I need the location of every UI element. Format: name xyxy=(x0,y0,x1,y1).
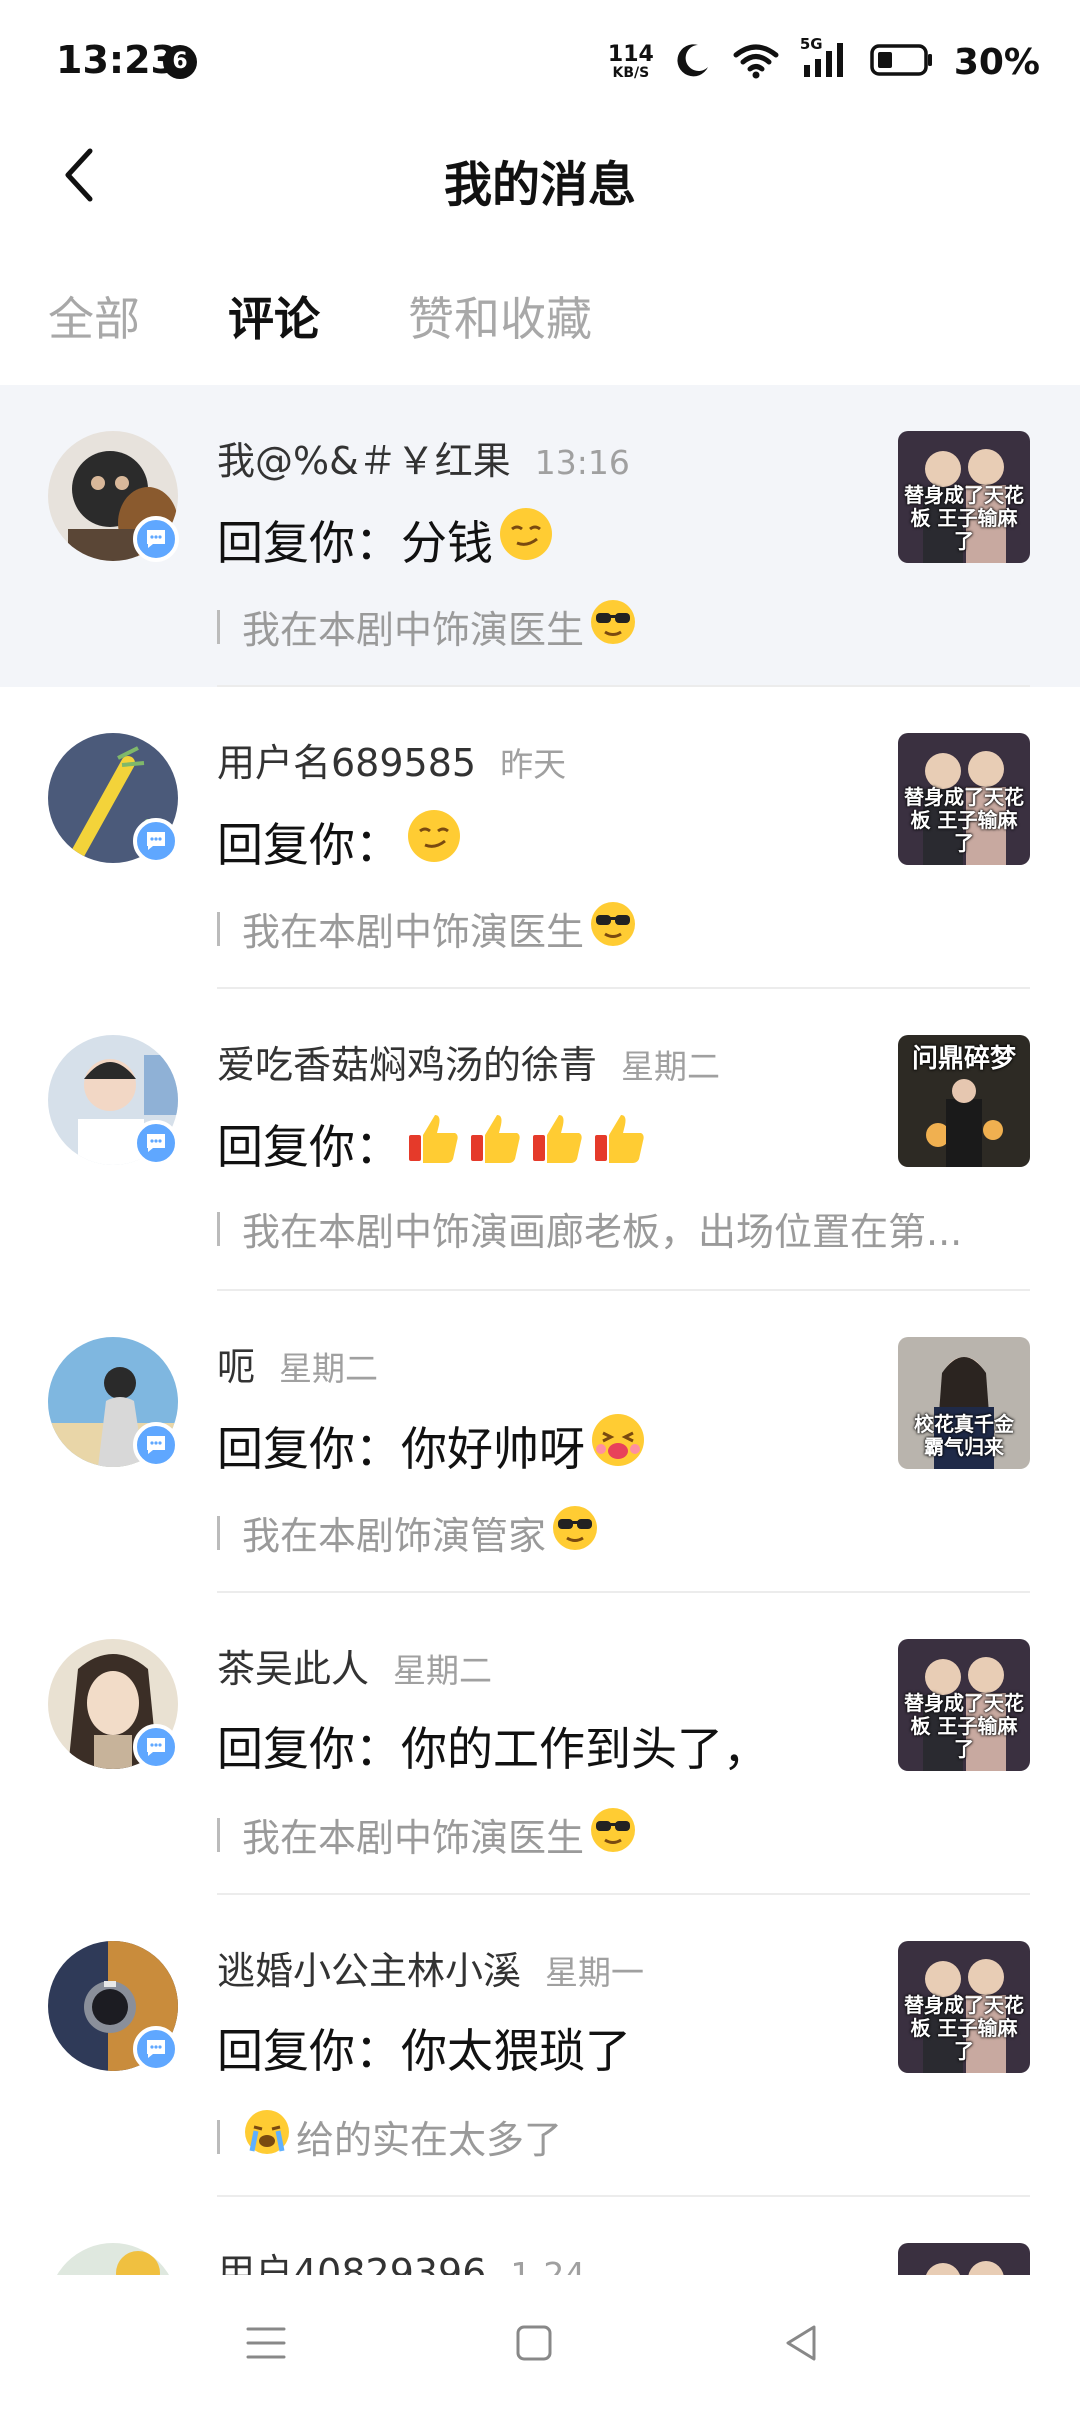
message-time: 13:16 xyxy=(534,443,630,482)
reply-text: 回复你： 你太猥琐了 xyxy=(217,2024,631,2078)
quoted-comment: 我在本剧饰演管家 xyxy=(217,1503,1027,1562)
comment-badge-icon xyxy=(133,2026,179,2072)
reply-text: 回复你： 你的工作到头了， xyxy=(217,1722,769,1776)
message-list: 我@%&＃￥红果 13:16 回复你： 分钱 我在本剧中饰演医生 替身成了天花板 王… xyxy=(0,385,1080,2275)
quoted-comment: 给的实在太多了 xyxy=(217,2107,1027,2166)
battery-icon xyxy=(870,43,934,81)
system-nav-bar xyxy=(0,2275,1080,2412)
tongue-emoji-icon xyxy=(589,1411,647,1480)
sender-name[interactable]: 我@%&＃￥红果 xyxy=(217,439,511,483)
menu-icon xyxy=(246,2327,286,2359)
sunglasses-emoji-icon xyxy=(550,1503,600,1562)
list-item[interactable]: 逃婚小公主林小溪 星期一 回复你： 你太猥琐了 给的实在太多了 替身成了天花板 王子… xyxy=(0,1895,1080,2197)
message-time: 1-24 xyxy=(510,2255,586,2275)
notification-count-badge: 6 xyxy=(163,45,197,79)
quoted-comment: 我在本剧中饰演医生 xyxy=(217,1805,1027,1864)
tab-comments[interactable]: 评论 xyxy=(228,283,320,349)
list-item[interactable]: 用户40829396 1-24 xyxy=(0,2197,1080,2275)
tab-likes-favorites[interactable]: 赞和收藏 xyxy=(408,283,592,349)
list-item[interactable]: 茶吴此人 星期二 回复你： 你的工作到头了， 我在本剧中饰演医生 替身成了天花板 王… xyxy=(0,1593,1080,1895)
sunglasses-emoji-icon xyxy=(588,899,638,958)
home-button[interactable] xyxy=(494,2303,574,2383)
sender-name[interactable]: 用户40829396 xyxy=(217,2251,486,2275)
battery-percent: 30% xyxy=(953,41,1040,83)
header: 我的消息 xyxy=(0,125,1080,225)
drama-thumbnail[interactable]: 替身成了天花板 王子输麻了 xyxy=(898,1639,1030,1771)
thumbs-up-emoji-icon xyxy=(529,1109,587,1178)
message-time: 星期二 xyxy=(279,1349,379,1388)
reply-text: 回复你： xyxy=(217,807,463,876)
sender-name[interactable]: 爱吃香菇焖鸡汤的徐青 xyxy=(217,1043,597,1087)
square-icon xyxy=(516,2325,552,2361)
tab-bar: 全部 评论 赞和收藏 xyxy=(0,255,1080,370)
thumbs-up-emoji-icon xyxy=(405,1109,463,1178)
smirk-emoji-icon xyxy=(497,505,555,574)
message-time: 星期二 xyxy=(393,1651,493,1690)
drama-thumbnail[interactable]: 校花真千金 霸气归来 xyxy=(898,1337,1030,1469)
message-time: 星期二 xyxy=(621,1047,721,1086)
comment-badge-icon xyxy=(133,1724,179,1770)
quoted-comment: 我在本剧中饰演医生 xyxy=(217,597,1027,656)
list-item[interactable]: 用户名689585 昨天 回复你： 我在本剧中饰演医生 替身成了天花板 王子输麻了 xyxy=(0,687,1080,989)
comment-badge-icon xyxy=(133,1422,179,1468)
network-speed: 114 KB/S xyxy=(607,42,654,81)
sender-name[interactable]: 用户名689585 xyxy=(217,741,476,785)
status-icons: 114 KB/S 5G 30% xyxy=(608,34,1040,90)
avatar[interactable] xyxy=(48,2243,178,2275)
quoted-comment: 我在本剧中饰演医生 xyxy=(217,899,1027,958)
list-item[interactable]: 我@%&＃￥红果 13:16 回复你： 分钱 我在本剧中饰演医生 替身成了天花板 王… xyxy=(0,385,1080,687)
sender-name[interactable]: 呃 xyxy=(217,1345,255,1389)
comment-badge-icon xyxy=(133,818,179,864)
crying-emoji-icon xyxy=(242,2107,292,2166)
thumbs-up-emoji-icon xyxy=(467,1109,525,1178)
drama-thumbnail[interactable]: 替身成了天花板 王子输麻了 xyxy=(898,431,1030,563)
drama-thumbnail[interactable]: 替身成了天花板 王子输麻了 xyxy=(898,733,1030,865)
reply-text: 回复你： 分钱 xyxy=(217,505,555,574)
list-item[interactable]: 爱吃香菇焖鸡汤的徐青 星期二 回复你： 我在本剧中饰演画廊老板，出场位置在第...… xyxy=(0,989,1080,1291)
quoted-comment: 我在本剧中饰演画廊老板，出场位置在第... xyxy=(217,1201,1027,1256)
status-bar: 13:23 6 114 KB/S 5G 30% xyxy=(0,0,1080,125)
triangle-back-icon xyxy=(786,2325,816,2361)
moon-icon xyxy=(674,41,712,83)
status-time: 13:23 xyxy=(56,38,177,82)
drama-thumbnail[interactable] xyxy=(898,2243,1030,2275)
drama-thumbnail[interactable]: 问鼎碎梦 xyxy=(898,1035,1030,1167)
drama-thumbnail[interactable]: 替身成了天花板 王子输麻了 xyxy=(898,1941,1030,2073)
sender-name[interactable]: 逃婚小公主林小溪 xyxy=(217,1949,521,1993)
message-time: 星期一 xyxy=(545,1953,645,1992)
recent-apps-button[interactable] xyxy=(226,2303,306,2383)
reply-text: 回复你： xyxy=(217,1109,649,1178)
signal-5g-icon: 5G xyxy=(800,35,850,83)
system-back-button[interactable] xyxy=(762,2303,842,2383)
sunglasses-emoji-icon xyxy=(588,1805,638,1864)
wifi-icon xyxy=(732,41,780,83)
sunglasses-emoji-icon xyxy=(588,597,638,656)
list-item[interactable]: 呃星期二 回复你： 你好帅呀 我在本剧饰演管家 校花真千金 霸气归来 xyxy=(0,1291,1080,1593)
tab-all[interactable]: 全部 xyxy=(48,283,140,349)
page-title: 我的消息 xyxy=(443,157,636,213)
thumbs-up-emoji-icon xyxy=(591,1109,649,1178)
reply-text: 回复你： 你好帅呀 xyxy=(217,1411,647,1480)
comment-badge-icon xyxy=(133,1120,179,1166)
sender-name[interactable]: 茶吴此人 xyxy=(217,1647,369,1691)
comment-badge-icon xyxy=(133,516,179,562)
smirk-emoji-icon xyxy=(405,807,463,876)
message-time: 昨天 xyxy=(500,745,567,784)
